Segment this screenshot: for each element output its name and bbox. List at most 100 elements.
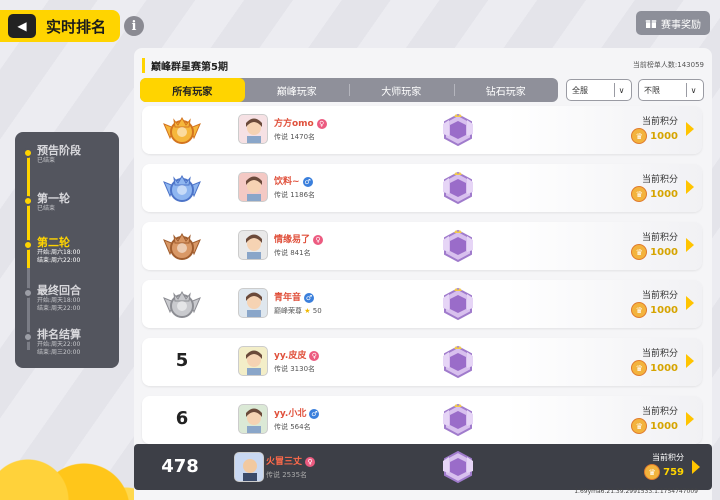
avatar[interactable] xyxy=(238,114,268,144)
score-value: ♛ 1000 xyxy=(631,244,678,260)
gender-male-icon: ♂ xyxy=(304,292,315,303)
rank-number: 5 xyxy=(175,350,189,371)
table-row[interactable]: 情缘易了 ♀ 传说 841名 当前积分 ♛ 1000 xyxy=(142,222,702,270)
tab-peak-players[interactable]: 巅峰玩家 xyxy=(245,78,350,102)
player-name: 青年音 ♂ xyxy=(274,292,315,303)
background-decoration xyxy=(0,410,140,500)
arrow-right-icon[interactable] xyxy=(686,122,694,136)
gender-male-icon: ♂ xyxy=(302,176,313,187)
chevron-down-icon: ∨ xyxy=(614,83,628,97)
avatar[interactable] xyxy=(238,230,268,260)
player-tier: 传说 1186名 xyxy=(274,191,316,199)
gender-female-icon: ♀ xyxy=(309,350,320,361)
tier-emblem-icon xyxy=(443,345,473,379)
arrow-right-icon[interactable] xyxy=(686,296,694,310)
score-crown-icon: ♛ xyxy=(631,244,648,260)
tab-master-players[interactable]: 大师玩家 xyxy=(349,78,454,102)
player-tier: 巅峰荣尊 ★ 50 xyxy=(274,307,322,315)
avatar[interactable] xyxy=(234,452,264,482)
rank-badge-icon xyxy=(163,290,201,318)
score-crown-icon: ♛ xyxy=(631,360,648,376)
my-rank-row[interactable]: 478 火冒三丈 ♀ 传说 2535名 当前积分 ♛ 759 xyxy=(134,444,712,490)
build-version: 1.69yma6.21.39.2991533.1.1754747009 xyxy=(574,488,698,495)
score-label: 当前积分 xyxy=(641,117,678,127)
stage-name: 预告阶段 xyxy=(37,144,81,157)
score-label: 当前积分 xyxy=(641,407,678,417)
player-tier: 传说 564名 xyxy=(274,423,311,431)
arrow-right-icon[interactable] xyxy=(686,180,694,194)
score-crown-icon: ♛ xyxy=(631,418,648,434)
stage-dot xyxy=(23,240,33,250)
score-crown-icon: ♛ xyxy=(631,302,648,318)
arrow-right-icon[interactable] xyxy=(692,460,700,474)
panel-header: 巅峰群星赛第5期 当前榜单人数:143059 xyxy=(142,58,704,74)
score-label: 当前积分 xyxy=(641,175,678,185)
table-row[interactable]: 饮料~ ♂ 传说 1186名 当前积分 ♛ 1000 xyxy=(142,164,702,212)
tier-emblem-icon xyxy=(443,113,473,147)
score-crown-icon: ♛ xyxy=(644,464,661,480)
rank-badge-icon xyxy=(163,116,201,144)
title-bar: ◀ 实时排名 xyxy=(0,10,120,42)
avatar[interactable] xyxy=(238,172,268,202)
stage-dot xyxy=(23,332,33,342)
stage-timeline: 预告阶段 已结束 第一轮 已结束 第二轮 开始:周六18:00 结束:周六22:… xyxy=(15,132,119,368)
tab-diamond-players[interactable]: 钻石玩家 xyxy=(453,78,559,102)
score-value: ♛ 1000 xyxy=(631,302,678,318)
tab-all-players[interactable]: 所有玩家 xyxy=(140,78,245,102)
score-crown-icon: ♛ xyxy=(631,128,648,144)
avatar[interactable] xyxy=(238,346,268,376)
stage-start: 开始:周天18:00 xyxy=(37,297,81,304)
ranking-panel: 巅峰群星赛第5期 当前榜单人数:143059 所有玩家 巅峰玩家 大师玩家 钻石… xyxy=(134,48,712,500)
info-icon[interactable]: i xyxy=(124,16,144,36)
score-value: ♛ 1000 xyxy=(631,418,678,434)
server-filter-select[interactable]: 全服 ∨ xyxy=(566,79,632,101)
player-name: yy.皮皮 ♀ xyxy=(274,348,320,361)
stage-name: 第一轮 xyxy=(37,192,70,205)
score-value: ♛ 1000 xyxy=(631,186,678,202)
arrow-right-icon[interactable] xyxy=(686,412,694,426)
table-row[interactable]: 方方omo ♀ 传说 1470名 当前积分 ♛ 1000 xyxy=(142,106,702,154)
stage-dot xyxy=(23,196,33,206)
rank-number: 6 xyxy=(175,408,189,429)
rank-badge-icon xyxy=(163,232,201,260)
player-name: yy.小北 ♂ xyxy=(274,408,320,419)
stage-end: 结束:周六22:00 xyxy=(37,257,81,264)
star-icon: ★ xyxy=(304,307,311,315)
stage-name: 第二轮 xyxy=(37,236,70,249)
gift-icon xyxy=(645,19,657,28)
avatar[interactable] xyxy=(238,288,268,318)
stage-end: 结束:周三20:00 xyxy=(37,349,81,356)
stage-start: 开始:周六18:00 xyxy=(37,249,81,256)
score-label: 当前积分 xyxy=(641,291,678,301)
back-arrow-icon[interactable]: ◀ xyxy=(8,14,36,38)
my-player-name: 火冒三丈 ♀ xyxy=(266,454,316,467)
stage-name: 排名结算 xyxy=(37,328,81,341)
table-row[interactable]: 5 yy.皮皮 ♀ 传说 3130名 当前积分 ♛ 1000 xyxy=(142,338,702,386)
tier-emblem-icon xyxy=(443,171,473,205)
gender-female-icon: ♀ xyxy=(316,118,327,129)
score-value: ♛ 1000 xyxy=(631,360,678,376)
avatar[interactable] xyxy=(238,404,268,434)
page-title: 实时排名 xyxy=(46,17,107,36)
limit-filter-select[interactable]: 不限 ∨ xyxy=(638,79,704,101)
table-row[interactable]: 6 yy.小北 ♂ 传说 564名 当前积分 ♛ 1000 xyxy=(142,396,702,444)
gender-male-icon: ♂ xyxy=(309,408,320,419)
participant-count: 当前榜单人数:143059 xyxy=(632,61,704,69)
stage-status: 已结束 xyxy=(37,205,56,212)
arrow-right-icon[interactable] xyxy=(686,354,694,368)
my-score: ♛ 759 xyxy=(644,464,684,480)
reward-button-label: 赛事奖励 xyxy=(661,19,701,31)
tier-emblem-icon xyxy=(443,287,473,321)
score-crown-icon: ♛ xyxy=(631,186,648,202)
server-filter-value: 全服 xyxy=(572,85,588,95)
score-label: 当前积分 xyxy=(641,349,678,359)
limit-filter-value: 不限 xyxy=(644,85,660,95)
chevron-down-icon: ∨ xyxy=(686,83,700,97)
table-row[interactable]: 青年音 ♂ 巅峰荣尊 ★ 50 当前积分 ♛ 1000 xyxy=(142,280,702,328)
arrow-right-icon[interactable] xyxy=(686,238,694,252)
stage-status: 已结束 xyxy=(37,157,56,164)
reward-button[interactable]: 赛事奖励 xyxy=(636,11,710,35)
tier-tabs: 所有玩家 巅峰玩家 大师玩家 钻石玩家 xyxy=(140,78,558,102)
tier-emblem-icon xyxy=(443,403,473,437)
my-score-label: 当前积分 xyxy=(652,453,684,462)
